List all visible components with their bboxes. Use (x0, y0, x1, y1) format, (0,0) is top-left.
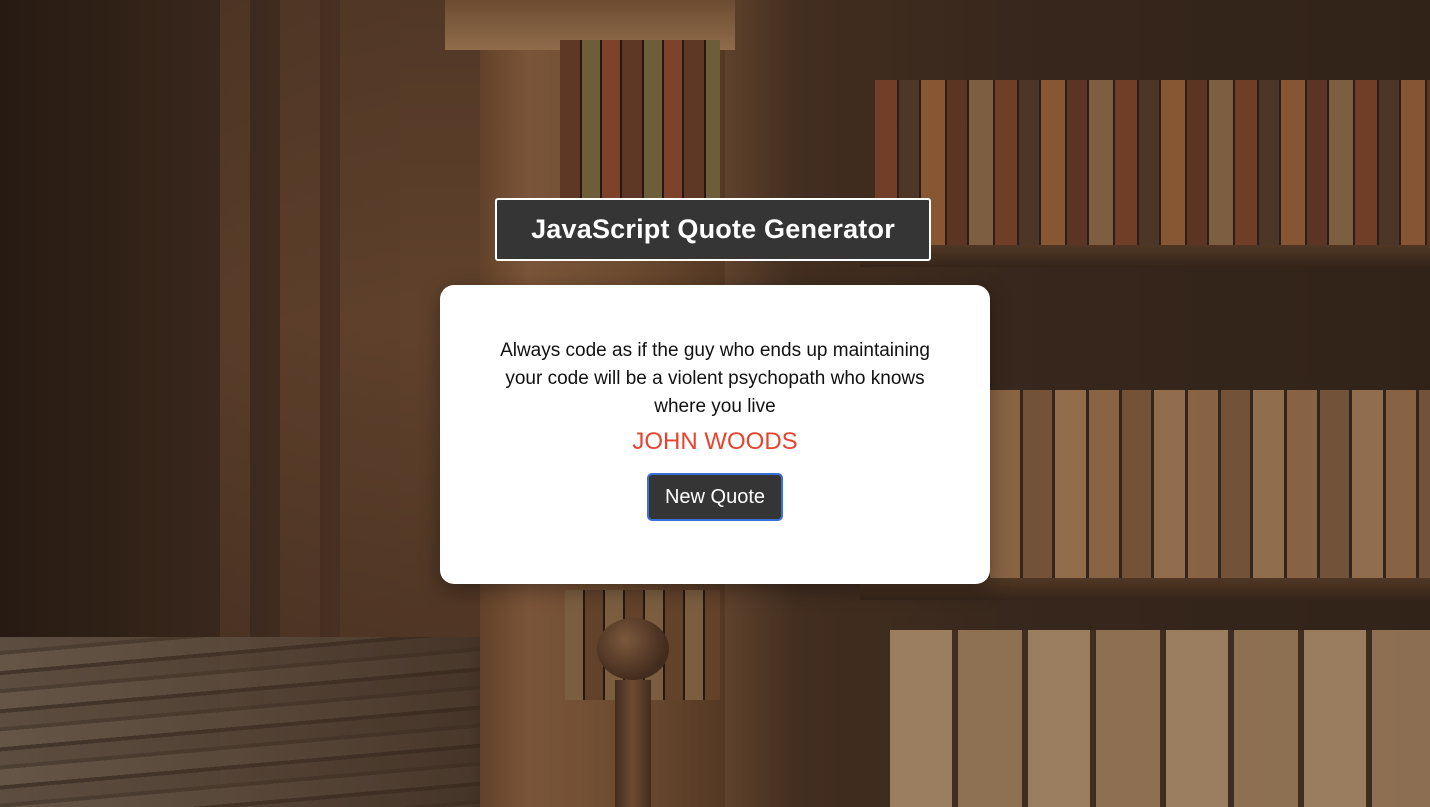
quote-author: JOHN WOODS (632, 428, 798, 455)
quote-card: Always code as if the guy who ends up ma… (440, 285, 990, 584)
quote-text: Always code as if the guy who ends up ma… (500, 340, 930, 417)
page-title: JavaScript Quote Generator (495, 198, 931, 261)
new-quote-button[interactable]: New Quote (646, 473, 784, 521)
page-title-text: JavaScript Quote Generator (531, 214, 895, 244)
